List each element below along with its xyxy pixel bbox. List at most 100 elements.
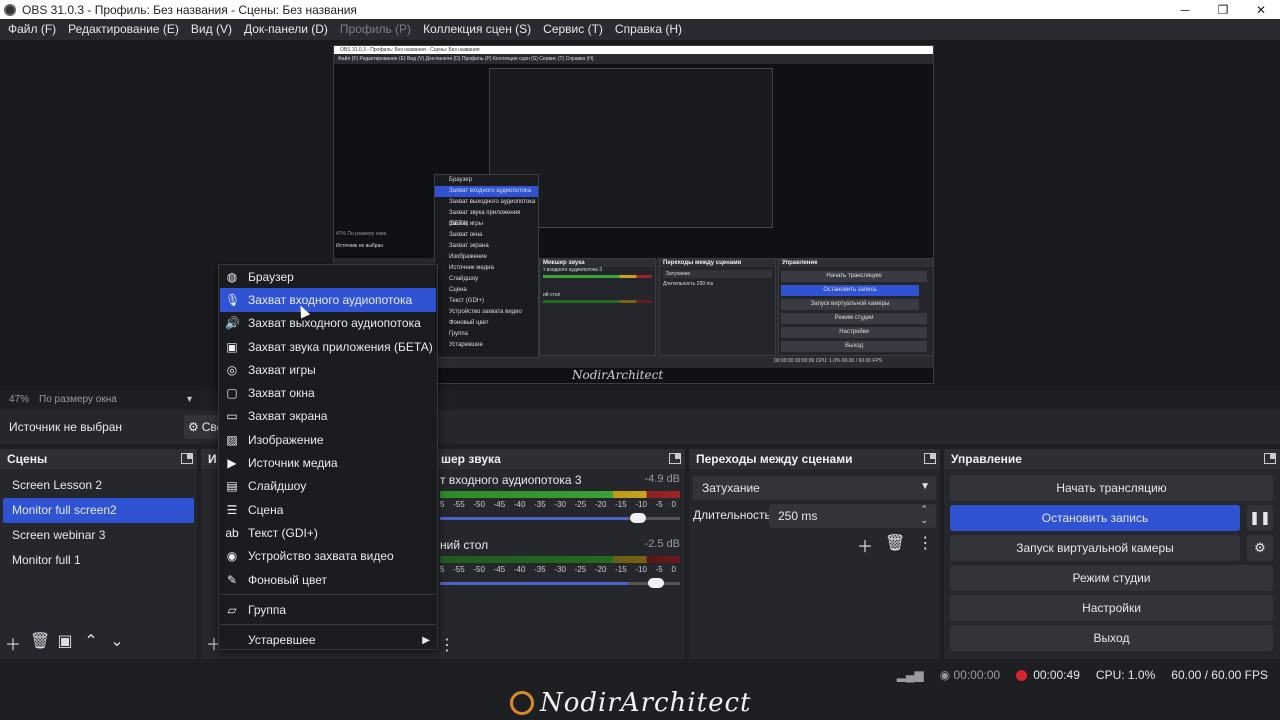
transition-select[interactable]: Затухание ▼ [693,476,936,500]
speaker-icon: 🔊 [225,316,240,331]
nested-menu-item: Текст (GDI+) [449,298,484,304]
slideshow-icon: ▤ [226,479,238,494]
add-icon[interactable]: ＋ [4,631,22,655]
trash-icon[interactable]: 🗑 [885,533,905,557]
microphone-icon: 🎙 [225,292,241,307]
arrow-up-icon[interactable]: ⌃ [82,631,100,655]
stop-recording-button[interactable]: Остановить запись [950,505,1240,531]
transitions-toolbar: ＋ 🗑 ⋮ [857,533,933,557]
menu-item[interactable]: ▤ Слайдшоу [220,475,436,498]
menu-help[interactable]: Справка (H) [609,19,688,40]
tick-label: -55 [453,565,465,574]
trash-icon[interactable]: 🗑 [30,631,50,655]
pause-icon[interactable]: ❚❚ [1247,505,1273,531]
nested-ch2-meter [543,300,652,303]
nested-titlebar: OBS 31.0.3 - Профиль: Без названия - Сце… [334,46,933,54]
nested-ch2: ий стол [543,292,561,298]
tick-label: -15 [615,500,627,509]
studio-mode-button[interactable]: Режим студии [950,565,1273,591]
maximize-button[interactable]: ❐ [1204,0,1242,19]
slider-knob[interactable] [648,578,665,588]
menu-item[interactable]: ▣ Захват звука приложения (БЕТА) [220,335,436,358]
nested-ch1-meter [543,275,652,278]
app-audio-icon: ▣ [226,339,238,354]
menu-item-label: Устройство захвата видео [248,549,394,564]
menu-item[interactable]: ▱ Группа [220,598,436,621]
arrow-down-icon[interactable]: ⌄ [108,631,126,655]
stepper-icon[interactable]: ⌃ ⌄ [920,504,928,526]
slider-knob[interactable] [630,513,647,523]
tick-label: -20 [594,500,607,509]
nested-btn-rec: Остановить запись [781,285,919,296]
gear-icon[interactable]: ⚙ [1247,535,1273,561]
menu-item[interactable]: ab Текст (GDI+) [220,521,436,544]
menu-item[interactable]: ☰ Сцена [220,498,436,521]
undock-icon[interactable] [669,453,681,464]
tick-label: -35 [534,500,546,509]
scene-item[interactable]: Screen Lesson 2 [3,473,194,498]
volume-slider[interactable] [440,577,680,589]
menu-item[interactable]: ◍ Браузер [220,265,436,288]
menu-item[interactable]: ✎ Фоновый цвет [220,568,436,591]
start-virtual-camera-button[interactable]: Запуск виртуальной камеры [950,535,1240,561]
nested-no-source: Источник не выбран [336,243,384,249]
menu-scene-collection[interactable]: Коллекция сцен (S) [417,19,537,40]
start-stream-button[interactable]: Начать трансляцию [950,475,1273,501]
more-options-icon[interactable]: ⋮ [438,635,456,655]
more-options-icon[interactable]: ⋮ [917,533,933,557]
menu-item[interactable]: 🔊 Захват выходного аудиопотока [220,312,436,335]
preview-area[interactable]: OBS 31.0.3 - Профиль: Без названия - Сце… [0,40,1280,390]
tick-label: -5 [655,565,663,574]
menu-item-label: Сцена [248,502,284,517]
zoom-mode[interactable]: По размеру окна [39,394,187,405]
transition-value: Затухание [702,481,760,495]
transitions-header: Переходы между сценами [689,449,940,469]
undock-icon[interactable] [1264,453,1276,464]
nested-fade: Затухание [663,270,772,278]
watermark: NodirArchitect [510,686,770,720]
menu-profile[interactable]: Профиль (P) [334,19,417,40]
menu-tools[interactable]: Сервис (T) [537,19,609,40]
menu-item-label: Захват выходного аудиопотока [248,316,421,331]
volume-slider[interactable] [440,512,680,524]
transitions-dock: Переходы между сценами Затухание ▼ Длите… [689,449,940,659]
undock-icon[interactable] [924,453,936,464]
scene-item[interactable]: Monitor full 1 [3,548,194,573]
close-button[interactable]: ✕ [1242,0,1280,19]
chevron-down-icon[interactable]: ▾ [187,394,205,405]
menu-item-label: Устаревшее [248,633,316,648]
settings-button[interactable]: Настройки [950,595,1273,621]
add-icon[interactable]: ＋ [857,533,873,557]
exit-button[interactable]: Выход [950,625,1273,651]
tick-label: -40 [513,500,526,509]
menu-docks[interactable]: Док-панели (D) [238,19,334,40]
duration-input[interactable]: 250 ms ⌃ ⌄ [769,504,936,528]
nested-menu-item: Устройство захвата видео [449,309,522,315]
filter-icon[interactable]: ▣ [56,631,74,655]
scene-item-selected[interactable]: Monitor full screen2 [3,498,194,523]
tick-label: -5 [655,500,663,509]
nested-menu-item: Захват выходного аудиопотока [449,199,536,205]
menu-item[interactable]: Устаревшее ▶ [220,628,436,651]
menu-item[interactable]: ◎ Захват игры [220,358,436,381]
undock-icon[interactable] [181,453,193,464]
menu-view[interactable]: Вид (V) [185,19,238,40]
menu-item[interactable]: ▭ Захват экрана [220,405,436,428]
menu-item[interactable]: ▨ Изображение [220,428,436,451]
menu-edit[interactable]: Редактирование (E) [62,19,185,40]
tick-label: -20 [594,565,607,574]
channel-db: -4.9 dB [644,473,680,485]
scene-item[interactable]: Screen webinar 3 [3,523,194,548]
menu-item[interactable]: ◉ Устройство захвата видео [220,545,436,568]
menu-item-label: Изображение [248,432,324,447]
menu-file[interactable]: Файл (F) [2,19,62,40]
menu-item[interactable]: ▶ Источник медиа [220,451,436,474]
channel-db: -2.5 dB [644,538,680,550]
menu-item[interactable]: ▢ Захват окна [220,381,436,404]
sources-title: И [208,452,217,466]
stream-status: ◉ 00:00:00 [940,668,1001,682]
menu-item[interactable]: 🎙 Захват входного аудиопотока [220,288,436,312]
menu-item-label: Текст (GDI+) [248,525,318,540]
nested-menubar: Файл (F) Редактирование (E) Вид (V) Док-… [334,54,933,64]
minimize-button[interactable]: ─ [1166,0,1204,19]
